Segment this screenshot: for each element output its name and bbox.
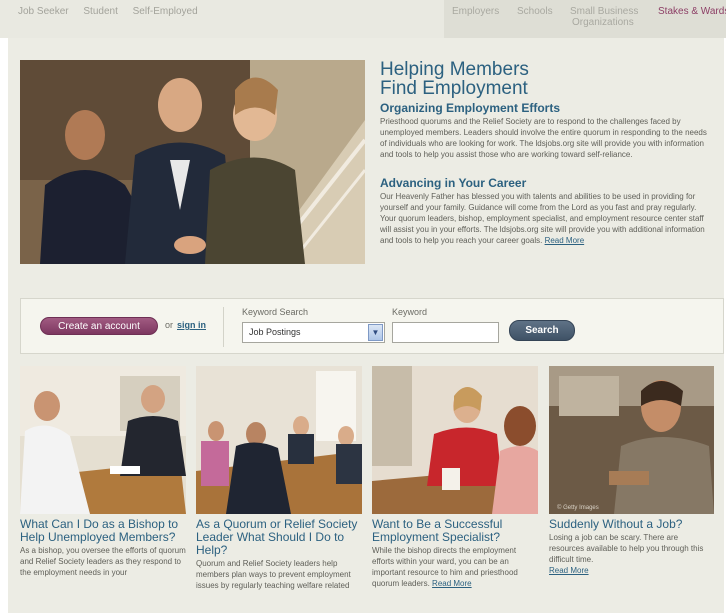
sign-in-link[interactable]: sign in [177,320,206,330]
read-more-link[interactable]: Read More [549,566,589,575]
hero-photo [20,60,365,264]
search-button[interactable]: Search [509,320,575,341]
nav-small-business[interactable]: Small Business [570,6,638,17]
keyword-label: Keyword [392,307,428,317]
divider [223,307,224,347]
card-photo: © Getty Images [549,366,715,514]
or-text: or [165,320,174,330]
card-title[interactable]: Suddenly Without a Job? [549,518,714,531]
nav-organizations[interactable]: Organizations [572,17,634,28]
card-title[interactable]: As a Quorum or Relief Society Leader Wha… [196,518,362,557]
keyword-input[interactable] [392,322,499,343]
create-account-button[interactable]: Create an account [40,317,158,335]
nav-schools[interactable]: Schools [517,6,553,17]
read-more-link[interactable]: Read More [545,236,585,245]
card-body: Quorum and Relief Society leaders help m… [196,559,351,590]
card-title[interactable]: Want to Be a Successful Employment Speci… [372,518,538,544]
hero-title: Helping Members Find Employment [380,60,714,98]
card-body: As a bishop, you oversee the efforts of … [20,546,186,577]
card-photo [196,366,362,514]
chevron-down-icon[interactable]: ▼ [368,324,383,341]
getty-watermark: © Getty Images [557,504,599,511]
read-more-link[interactable]: Read More [432,579,472,588]
nav-job-seeker[interactable]: Job Seeker [18,6,69,17]
nav-self-employed[interactable]: Self-Employed [133,6,198,17]
card-bishop: What Can I Do as a Bishop to Help Unempl… [20,366,186,578]
section-body-advancing: Our Heavenly Father has blessed you with… [380,191,714,246]
hero-text: Helping Members Find Employment Organizi… [380,60,714,246]
nav-stakes-wards[interactable]: Stakes & Wards [658,6,726,17]
nav-student[interactable]: Student [83,6,117,17]
search-bar: Create an account or sign in Keyword Sea… [20,298,724,354]
section-title-advancing: Advancing in Your Career [380,176,527,190]
hero-title-line1: Helping Members [380,59,529,80]
card-employment-specialist: Want to Be a Successful Employment Speci… [372,366,538,589]
nav-employers[interactable]: Employers [452,6,499,17]
card-body: Losing a job can be scary. There are res… [549,532,714,576]
card-body-text: Losing a job can be scary. There are res… [549,533,704,564]
section-body-organizing: Priesthood quorums and the Relief Societ… [380,117,707,159]
card-photo [20,366,186,514]
card-quorum-leader: As a Quorum or Relief Society Leader Wha… [196,366,362,591]
advancing-text: Our Heavenly Father has blessed you with… [380,192,705,245]
audience-nav-right: Employers Schools Small Business Organiz… [444,0,726,38]
card-body: While the bishop directs the employment … [372,545,538,589]
audience-nav-left: Job Seeker Student Self-Employed [18,6,210,17]
search-type-select[interactable]: Job Postings ▼ [242,322,385,343]
card-photo [372,366,538,514]
keyword-search-label: Keyword Search [242,307,309,317]
select-value: Job Postings [249,327,301,337]
card-title[interactable]: What Can I Do as a Bishop to Help Unempl… [20,518,186,544]
top-navigation: Job Seeker Student Self-Employed Employe… [0,0,726,38]
hero-title-line2: Find Employment [380,78,528,99]
section-title-organizing: Organizing Employment Efforts [380,101,561,115]
card-without-job: © Getty Images Suddenly Without a Job? L… [549,366,714,576]
